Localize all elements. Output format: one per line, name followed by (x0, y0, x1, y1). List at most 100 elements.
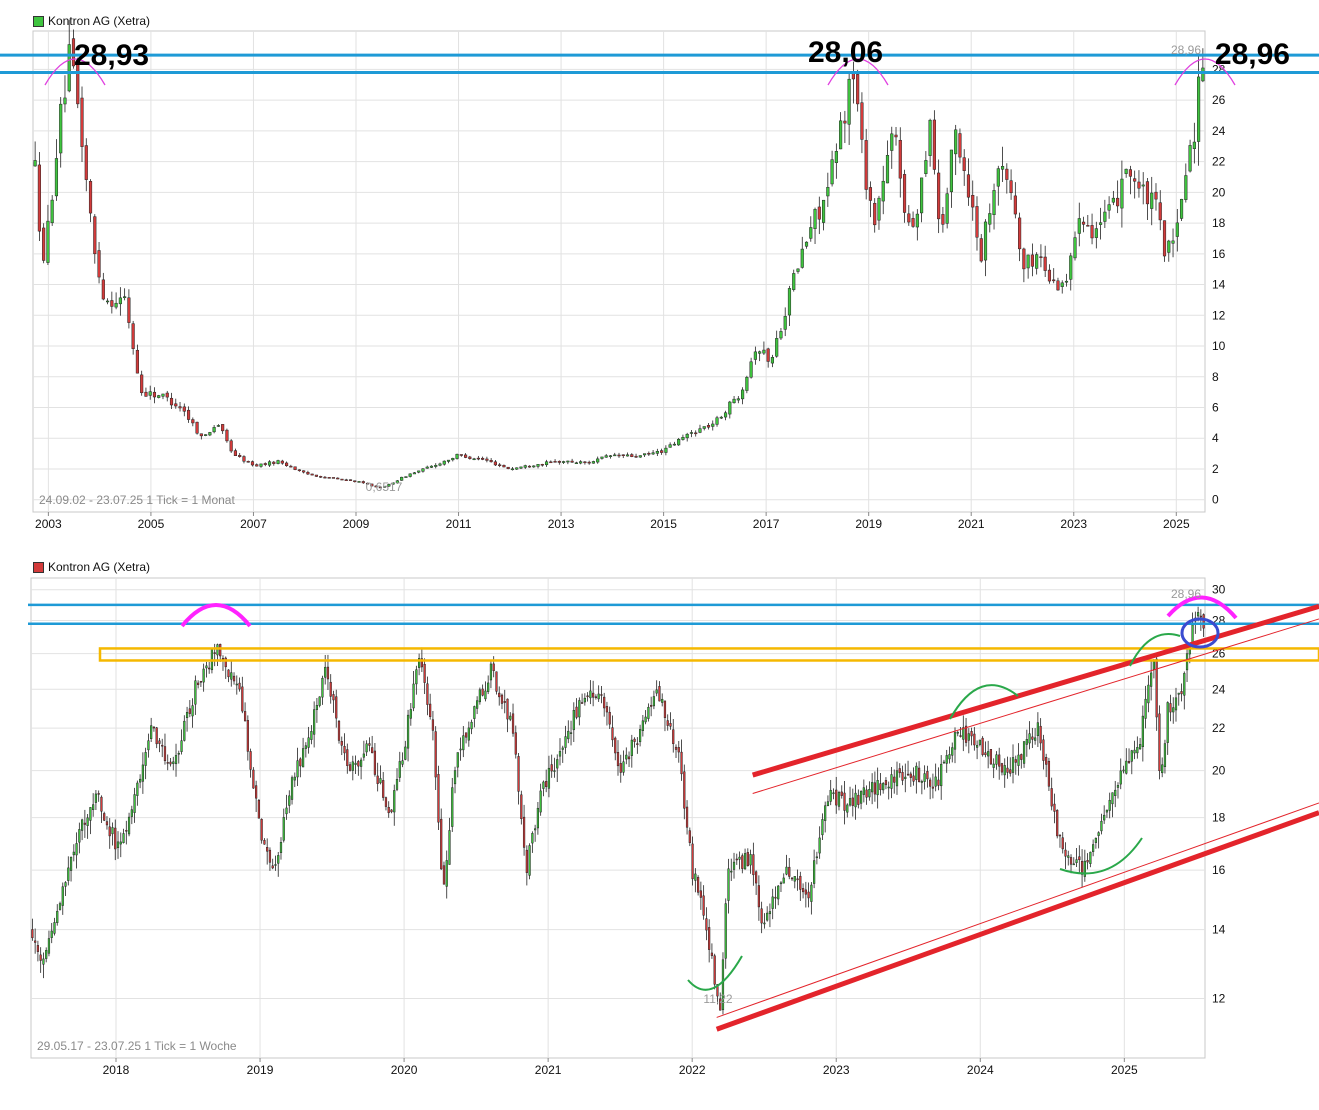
candle-body (1203, 615, 1205, 629)
candle-body (422, 469, 425, 472)
y-tick-label: 24 (1212, 682, 1226, 696)
candle-body (626, 455, 629, 456)
peak-price-label: 28,96 (1215, 38, 1290, 71)
candle-body (388, 807, 390, 813)
candle-body (98, 251, 101, 278)
candle-body (490, 664, 492, 680)
candle-body (946, 755, 948, 763)
candle-body (192, 706, 194, 716)
candle-body (136, 350, 139, 373)
candle-body (1116, 198, 1119, 206)
candle-body (485, 691, 487, 699)
candle-body (869, 187, 872, 200)
candle-body (204, 435, 207, 436)
candle-body (1086, 225, 1089, 226)
candle-body (56, 911, 58, 923)
candle-body (294, 467, 297, 470)
x-tick-label: 2005 (138, 517, 165, 531)
candle-body (269, 850, 271, 862)
candle-body (609, 456, 612, 457)
candle-body (532, 466, 535, 467)
candle-body (1164, 744, 1166, 767)
candle-body (1023, 741, 1025, 763)
candle-body (454, 771, 456, 784)
candle-body (1044, 257, 1047, 271)
candle-body (895, 135, 898, 137)
candle-body (134, 795, 136, 813)
candle-body (835, 151, 838, 162)
candle-body (792, 273, 795, 289)
candle-body (907, 214, 910, 222)
candle-body (788, 288, 791, 315)
candle-body (272, 462, 275, 464)
candle-body (76, 843, 78, 855)
candle-body (910, 774, 912, 778)
candle-body (85, 146, 88, 180)
candle-body (92, 805, 94, 810)
candle-body (575, 463, 578, 464)
candle-body (601, 457, 604, 459)
candle-body (413, 473, 416, 474)
candle-body (382, 780, 384, 797)
candle-body (1023, 249, 1026, 269)
y-tick-label: 22 (1212, 155, 1226, 169)
y-tick-label: 18 (1212, 811, 1226, 825)
candle-body (81, 820, 83, 831)
candle-body (1155, 192, 1158, 199)
candle-body (132, 324, 135, 349)
candle-body (120, 842, 122, 844)
candle-body (1156, 659, 1158, 717)
candle-body (1031, 255, 1034, 266)
candle-body (1018, 755, 1020, 766)
candle-body (529, 846, 531, 876)
candle-body (716, 418, 719, 425)
candle-body (763, 350, 766, 353)
candle-body (741, 390, 744, 399)
candle-body (128, 817, 130, 834)
candle-body (758, 886, 760, 907)
candle-body (1040, 726, 1042, 743)
candle-body (213, 427, 216, 431)
candle-body (1161, 765, 1163, 773)
candle-body (51, 931, 53, 938)
candle-body (125, 830, 127, 831)
candle-body (1167, 241, 1170, 252)
candle-body (625, 755, 627, 759)
candle-body (1014, 196, 1017, 214)
candle-body (486, 459, 489, 460)
candle-body (159, 741, 161, 744)
candle-body (971, 195, 974, 207)
candle-body (746, 377, 749, 390)
candle-body (73, 852, 75, 855)
candle-body (217, 425, 220, 426)
candle-body (316, 705, 318, 709)
candle-body (297, 761, 299, 777)
candle-body (174, 404, 177, 406)
candle-body (93, 217, 96, 254)
candle-body (777, 886, 779, 899)
candle-body (805, 242, 808, 246)
candle-body (399, 761, 401, 777)
candle-body (554, 461, 557, 462)
candle-body (844, 793, 846, 810)
candle-body (396, 779, 398, 789)
candle-body (878, 198, 881, 220)
chart-footer: 29.05.17 - 23.07.25 1 Tick = 1 Woche (37, 1039, 237, 1053)
candle-body (230, 441, 233, 451)
candle-body (775, 338, 778, 356)
candle-body (482, 689, 484, 695)
candle-body (780, 331, 783, 338)
candle-body (656, 690, 658, 693)
candle-body (87, 818, 89, 826)
candle-body (311, 731, 313, 739)
candle-body (893, 777, 895, 782)
candle-body (226, 430, 229, 441)
candle-body (973, 734, 975, 745)
candle-body (971, 731, 973, 736)
candle-body (526, 850, 528, 873)
candle-body (490, 460, 493, 462)
candle-body (754, 352, 757, 360)
candle-body (924, 774, 926, 782)
chart-footer: 24.09.02 - 23.07.25 1 Tick = 1 Monat (39, 493, 235, 507)
candle-body (1045, 757, 1047, 764)
